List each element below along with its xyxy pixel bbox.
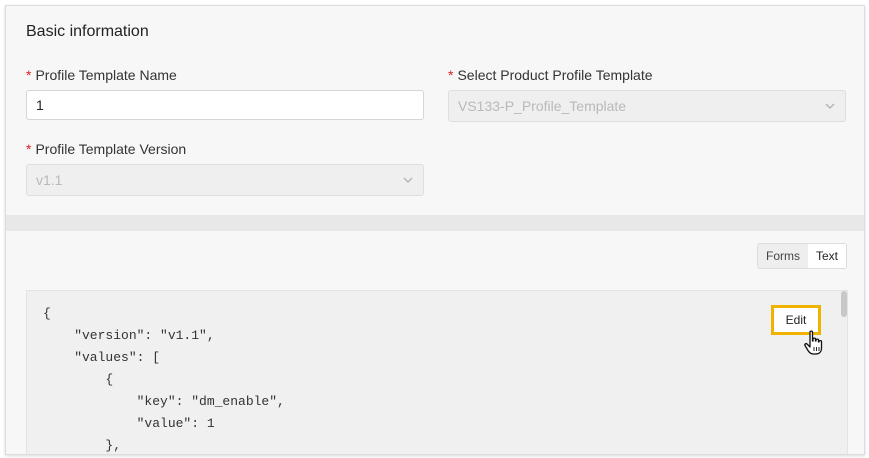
code-line: {	[43, 372, 114, 387]
product-profile-template-label: * Select Product Profile Template	[448, 67, 653, 83]
tab-text[interactable]: Text	[807, 244, 846, 268]
json-code: { "version": "v1.1", "values": [ { "key"…	[43, 303, 285, 454]
code-line: "version": "v1.1",	[43, 328, 215, 343]
chevron-down-icon	[403, 165, 413, 183]
code-line: },	[43, 438, 122, 453]
chevron-down-icon	[825, 91, 835, 109]
code-line: "key": "dm_enable",	[43, 394, 285, 409]
required-mark: *	[26, 141, 32, 157]
product-profile-template-select[interactable]: VS133-P_Profile_Template	[448, 90, 846, 122]
editor-scrollbar[interactable]	[841, 291, 847, 317]
profile-template-name-label-text: Profile Template Name	[35, 67, 177, 83]
profile-template-name-input[interactable]: 1	[26, 90, 424, 120]
view-mode-switch: Forms Text	[756, 243, 847, 269]
product-profile-template-value: VS133-P_Profile_Template	[458, 98, 627, 114]
tab-forms[interactable]: Forms	[758, 244, 808, 268]
profile-template-name-value: 1	[36, 97, 44, 113]
code-line: "value": 1	[43, 416, 215, 431]
required-mark: *	[26, 67, 32, 83]
json-editor[interactable]: { "version": "v1.1", "values": [ { "key"…	[26, 290, 848, 454]
profile-template-name-label: * Profile Template Name	[26, 67, 177, 83]
section-title: Basic information	[26, 23, 149, 40]
profile-template-version-label-text: Profile Template Version	[35, 141, 187, 157]
required-mark: *	[448, 67, 454, 83]
section-divider	[6, 215, 864, 231]
profile-template-version-label: * Profile Template Version	[26, 141, 186, 157]
profile-template-version-select[interactable]: v1.1	[26, 164, 424, 196]
code-line: "values": [	[43, 350, 161, 365]
hand-pointer-icon	[803, 330, 825, 361]
code-line: {	[43, 306, 51, 321]
product-profile-template-label-text: Select Product Profile Template	[457, 67, 653, 83]
profile-template-form: Basic information * Profile Template Name…	[5, 5, 865, 455]
profile-template-version-value: v1.1	[36, 172, 63, 188]
